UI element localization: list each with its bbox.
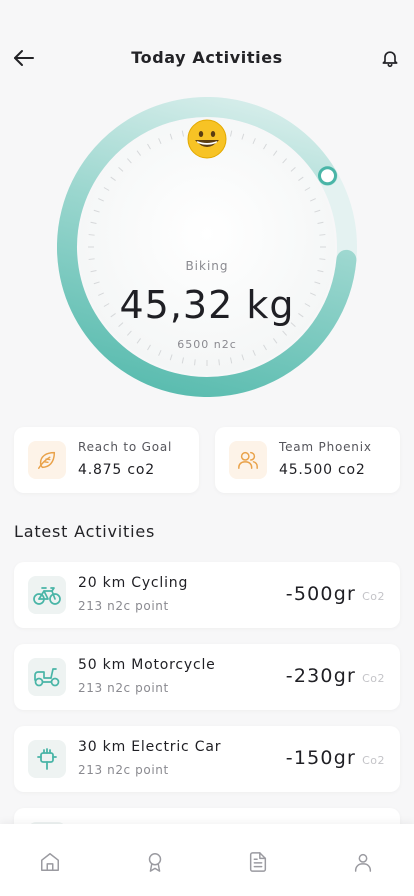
activity-points: 213 n2c point xyxy=(78,681,169,695)
bottom-nav xyxy=(0,824,414,896)
section-title: Latest Activities xyxy=(14,522,156,541)
team-card[interactable]: Team Phoenix 45.500 co2 xyxy=(215,427,400,493)
stat-label: Reach to Goal xyxy=(78,440,173,454)
activity-title: 50 km Motorcycle xyxy=(78,657,216,673)
page-title: Today Activities xyxy=(131,48,283,67)
nav-profile-button[interactable] xyxy=(349,848,377,876)
activity-amount: -150gr xyxy=(285,747,356,769)
activity-icon-wrap xyxy=(28,740,66,778)
activity-unit: Co2 xyxy=(362,672,385,685)
stat-icon-wrap xyxy=(28,441,66,479)
nav-document-button[interactable] xyxy=(244,848,272,876)
gauge-knob[interactable] xyxy=(318,166,338,186)
gauge-center: Biking 45,32 kg 6500 n2c xyxy=(79,119,335,375)
leaf-icon xyxy=(38,451,56,469)
scooter-icon xyxy=(34,668,60,687)
activity-title: 20 km Cycling xyxy=(78,575,189,591)
gauge-value: 45,32 kg xyxy=(119,283,295,327)
home-icon xyxy=(41,853,59,871)
activity-points: 213 n2c point xyxy=(78,763,169,777)
notification-button[interactable] xyxy=(376,44,404,72)
award-icon xyxy=(148,853,162,872)
activity-gauge: Biking 45,32 kg 6500 n2c xyxy=(57,97,357,397)
activity-item-cycling[interactable]: 20 km Cycling 213 n2c point -500gr Co2 xyxy=(14,562,400,628)
bell-icon xyxy=(382,51,398,68)
activity-amount: -500gr xyxy=(285,583,356,605)
activity-item-electric-car[interactable]: 30 km Electric Car 213 n2c point -150gr … xyxy=(14,726,400,792)
activity-amount: -230gr xyxy=(285,665,356,687)
reach-goal-card[interactable]: Reach to Goal 4.875 co2 xyxy=(14,427,199,493)
header: Today Activities xyxy=(0,40,414,76)
grinning-face-icon xyxy=(187,119,227,159)
stat-value: 4.875 co2 xyxy=(78,462,155,478)
bicycle-icon xyxy=(33,587,61,605)
stat-label: Team Phoenix xyxy=(279,440,372,454)
activity-unit: Co2 xyxy=(362,754,385,767)
plug-icon xyxy=(37,748,57,770)
activity-icon-wrap xyxy=(28,576,66,614)
activity-icon-wrap xyxy=(28,658,66,696)
activity-item-motorcycle[interactable]: 50 km Motorcycle 213 n2c point -230gr Co… xyxy=(14,644,400,710)
profile-icon xyxy=(354,853,372,872)
nav-award-button[interactable] xyxy=(141,848,169,876)
document-icon xyxy=(249,852,267,872)
users-icon xyxy=(238,451,258,469)
activity-unit: Co2 xyxy=(362,590,385,603)
activity-points: 213 n2c point xyxy=(78,599,169,613)
activity-title: 30 km Electric Car xyxy=(78,739,222,755)
screen: Today Activities Biking 45,32 kg 6500 n2… xyxy=(0,0,414,896)
gauge-points: 6500 n2c xyxy=(177,338,237,351)
stat-icon-wrap xyxy=(229,441,267,479)
stat-value: 45.500 co2 xyxy=(279,462,366,478)
gauge-activity-label: Biking xyxy=(185,259,229,273)
nav-home-button[interactable] xyxy=(36,848,64,876)
